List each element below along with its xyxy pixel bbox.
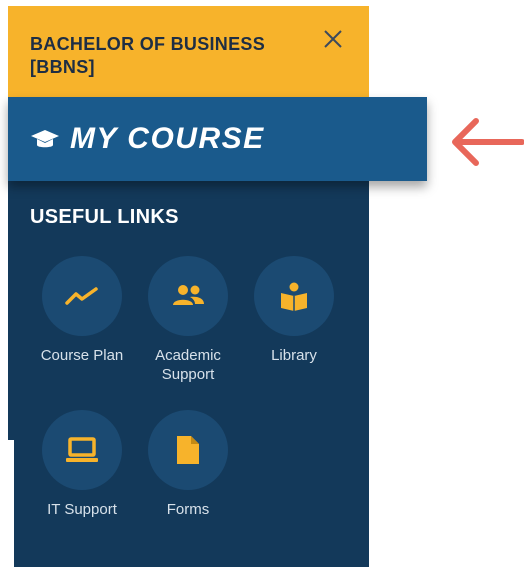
academic-support-label-line1: Academic	[155, 347, 221, 364]
close-button[interactable]	[318, 24, 348, 54]
screenshot-stage: BACHELOR OF BUSINESS [BBNS] USEFUL LINKS…	[0, 0, 526, 567]
document-icon	[177, 436, 199, 464]
program-title-line2: [BBNS]	[30, 57, 95, 77]
forms-circle	[148, 410, 228, 490]
left-arrow-icon	[452, 118, 524, 166]
it-support-label: IT Support	[47, 501, 117, 518]
sidebar-panel: BACHELOR OF BUSINESS [BBNS] USEFUL LINKS…	[8, 6, 369, 567]
link-library[interactable]: Library	[246, 256, 342, 365]
academic-support-circle	[148, 256, 228, 336]
program-title-line1: BACHELOR OF BUSINESS	[30, 34, 266, 54]
academic-support-label: Academic Support	[140, 346, 236, 384]
my-course-label: MY COURSE	[70, 122, 265, 155]
close-icon	[324, 30, 342, 48]
program-title: BACHELOR OF BUSINESS [BBNS]	[30, 33, 310, 79]
link-it-support[interactable]: IT Support	[34, 410, 130, 519]
academic-support-label-line2: Support	[161, 366, 215, 383]
course-plan-circle	[42, 256, 122, 336]
library-circle	[254, 256, 334, 336]
laptop-icon	[66, 437, 98, 462]
trend-line-icon	[65, 287, 98, 305]
my-course-button[interactable]: MY COURSE	[8, 97, 427, 181]
panel-edge-cutout	[8, 440, 14, 567]
it-support-circle	[42, 410, 122, 490]
course-plan-label: Course Plan	[40, 347, 124, 364]
program-header: BACHELOR OF BUSINESS [BBNS]	[8, 6, 369, 97]
forms-label: Forms	[166, 501, 210, 518]
link-academic-support[interactable]: Academic Support	[140, 256, 236, 384]
link-course-plan[interactable]: Course Plan	[34, 256, 130, 365]
graduation-cap-icon	[31, 130, 59, 148]
people-icon	[173, 285, 204, 305]
useful-links-title: USEFUL LINKS	[30, 206, 179, 228]
library-label: Library	[271, 347, 317, 364]
reading-person-icon	[281, 282, 307, 311]
link-forms[interactable]: Forms	[140, 410, 236, 519]
